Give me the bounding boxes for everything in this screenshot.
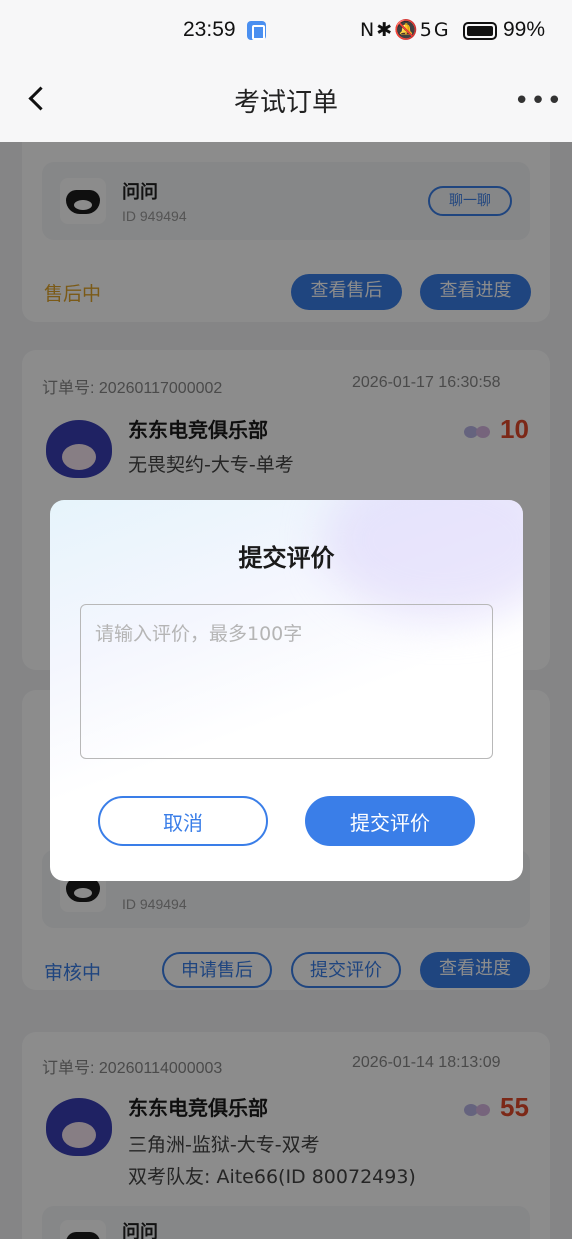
battery-percent: 99% [503, 18, 546, 41]
page-title: 考试订单 [233, 88, 338, 118]
nav-bar: 考试订单 ••• [0, 62, 572, 142]
app-notification-icon [247, 21, 266, 40]
submit-review-confirm-button[interactable]: 提交评价 [305, 796, 475, 846]
more-options-icon[interactable]: ••• [514, 86, 563, 116]
status-time: 23:59 [183, 18, 236, 41]
review-input[interactable] [80, 604, 493, 759]
cancel-button[interactable]: 取消 [98, 796, 268, 846]
review-dialog: 提交评价 取消 提交评价 [50, 500, 523, 881]
dialog-title: 提交评价 [238, 544, 335, 572]
status-bar: 23:59 N✱🔕5G 99% [0, 0, 572, 62]
battery-icon [463, 22, 497, 40]
system-icons: N✱🔕5G [360, 19, 451, 41]
